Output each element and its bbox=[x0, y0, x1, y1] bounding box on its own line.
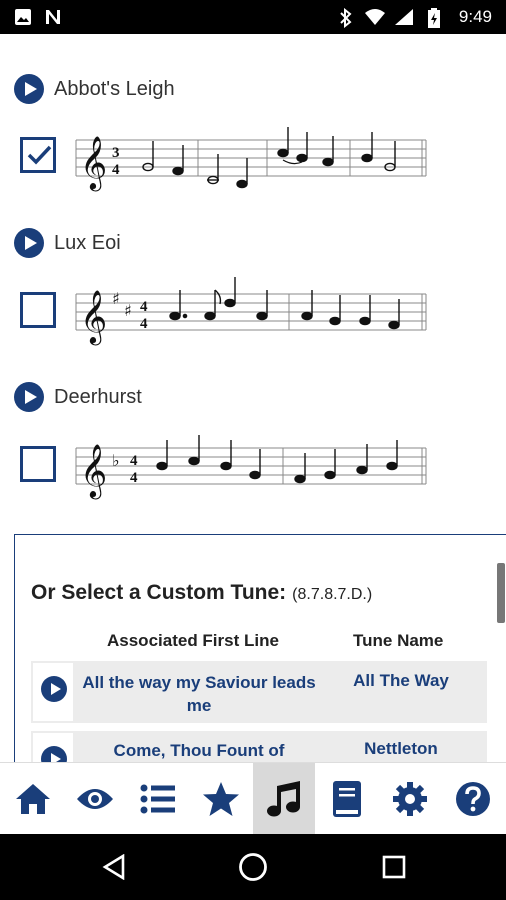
status-bar: 9:49 bbox=[0, 0, 506, 34]
tune-checkbox[interactable] bbox=[20, 446, 56, 482]
star-icon bbox=[203, 782, 239, 816]
svg-text:𝄞: 𝄞 bbox=[80, 289, 107, 345]
meter-label: (8.7.8.7.D.) bbox=[292, 586, 373, 603]
image-notification-icon bbox=[15, 9, 31, 25]
home-icon bbox=[16, 784, 50, 814]
tune-name: Deerhurst bbox=[54, 385, 142, 408]
wifi-icon bbox=[365, 9, 385, 25]
status-time: 9:49 bbox=[458, 7, 492, 26]
music-staff: 𝄞 ♯ ♯ 4 4 bbox=[75, 277, 427, 345]
play-icon[interactable] bbox=[41, 746, 67, 762]
play-icon[interactable] bbox=[14, 74, 44, 104]
column-header-first-line: Associated First Line bbox=[107, 631, 279, 650]
custom-tune-panel: Or Select a Custom Tune: (8.7.8.7.D.) Ass… bbox=[14, 534, 506, 762]
help-icon bbox=[456, 782, 490, 816]
battery-icon bbox=[428, 8, 440, 28]
row-play-cell bbox=[33, 733, 73, 762]
svg-text:♯: ♯ bbox=[124, 301, 132, 320]
eye-icon bbox=[77, 789, 113, 809]
signal-icon bbox=[395, 9, 413, 25]
checkmark-icon bbox=[27, 145, 52, 165]
n-notification-icon bbox=[46, 10, 60, 24]
svg-text:♯: ♯ bbox=[112, 289, 120, 308]
tune-name: Abbot's Leigh bbox=[54, 77, 175, 100]
scrollbar[interactable] bbox=[497, 563, 505, 623]
svg-text:4: 4 bbox=[140, 299, 148, 315]
back-icon[interactable] bbox=[102, 854, 126, 880]
music-note-icon bbox=[267, 781, 300, 817]
row-first-line: Come, Thou Fount of bbox=[113, 741, 285, 760]
recents-icon[interactable] bbox=[382, 855, 406, 879]
tune-checkbox[interactable] bbox=[20, 137, 56, 173]
system-nav-bar bbox=[0, 834, 506, 900]
svg-text:𝄞: 𝄞 bbox=[80, 443, 107, 499]
play-icon[interactable] bbox=[14, 228, 44, 258]
svg-text:4: 4 bbox=[130, 470, 138, 486]
tune-header: Abbot's Leigh bbox=[14, 72, 175, 106]
nav-settings[interactable] bbox=[379, 763, 441, 835]
svg-text:4: 4 bbox=[112, 162, 120, 178]
bluetooth-icon bbox=[340, 8, 352, 28]
music-staff: 𝄞 3 4 bbox=[75, 127, 427, 191]
nav-view[interactable] bbox=[64, 763, 126, 835]
custom-tune-row[interactable]: All the way my Saviour leads me All The … bbox=[31, 661, 487, 723]
home-circle-icon[interactable] bbox=[238, 852, 268, 882]
svg-text:𝄞: 𝄞 bbox=[80, 135, 107, 191]
tune-header: Deerhurst bbox=[14, 380, 142, 414]
row-tune-name: Nettleton bbox=[364, 739, 438, 758]
book-icon bbox=[333, 781, 361, 817]
row-tune-name: All The Way bbox=[353, 671, 449, 690]
tune-header: Lux Eoi bbox=[14, 226, 121, 260]
music-staff: 𝄞 ♭ 4 4 bbox=[75, 435, 427, 499]
row-first-line: All the way my Saviour leads me bbox=[82, 673, 316, 715]
nav-list[interactable] bbox=[127, 763, 189, 835]
tune-checkbox[interactable] bbox=[20, 292, 56, 328]
nav-book[interactable] bbox=[316, 763, 378, 835]
svg-text:♭: ♭ bbox=[112, 451, 120, 470]
custom-tune-title: Or Select a Custom Tune: bbox=[31, 581, 287, 604]
tune-name: Lux Eoi bbox=[54, 231, 121, 254]
svg-text:3: 3 bbox=[112, 145, 120, 161]
nav-home[interactable] bbox=[2, 763, 64, 835]
bottom-nav bbox=[0, 762, 506, 835]
tune-selection-content[interactable]: Abbot's Leigh 𝄞 3 4 Lux Eoi 𝄞 ♯ ♯ 4 4 De… bbox=[0, 34, 506, 762]
list-icon bbox=[140, 784, 175, 814]
gear-icon bbox=[393, 782, 427, 816]
nav-help[interactable] bbox=[442, 763, 504, 835]
svg-text:4: 4 bbox=[130, 453, 138, 469]
column-header-tune-name: Tune Name bbox=[353, 631, 444, 650]
row-play-cell bbox=[33, 663, 73, 721]
play-icon[interactable] bbox=[41, 676, 67, 702]
svg-text:4: 4 bbox=[140, 316, 148, 332]
nav-favorites[interactable] bbox=[190, 763, 252, 835]
nav-tunes[interactable] bbox=[253, 763, 315, 835]
play-icon[interactable] bbox=[14, 382, 44, 412]
custom-tune-row[interactable]: Come, Thou Fount of Nettleton bbox=[31, 731, 487, 762]
custom-tune-heading: Or Select a Custom Tune: (8.7.8.7.D.) bbox=[31, 581, 372, 605]
